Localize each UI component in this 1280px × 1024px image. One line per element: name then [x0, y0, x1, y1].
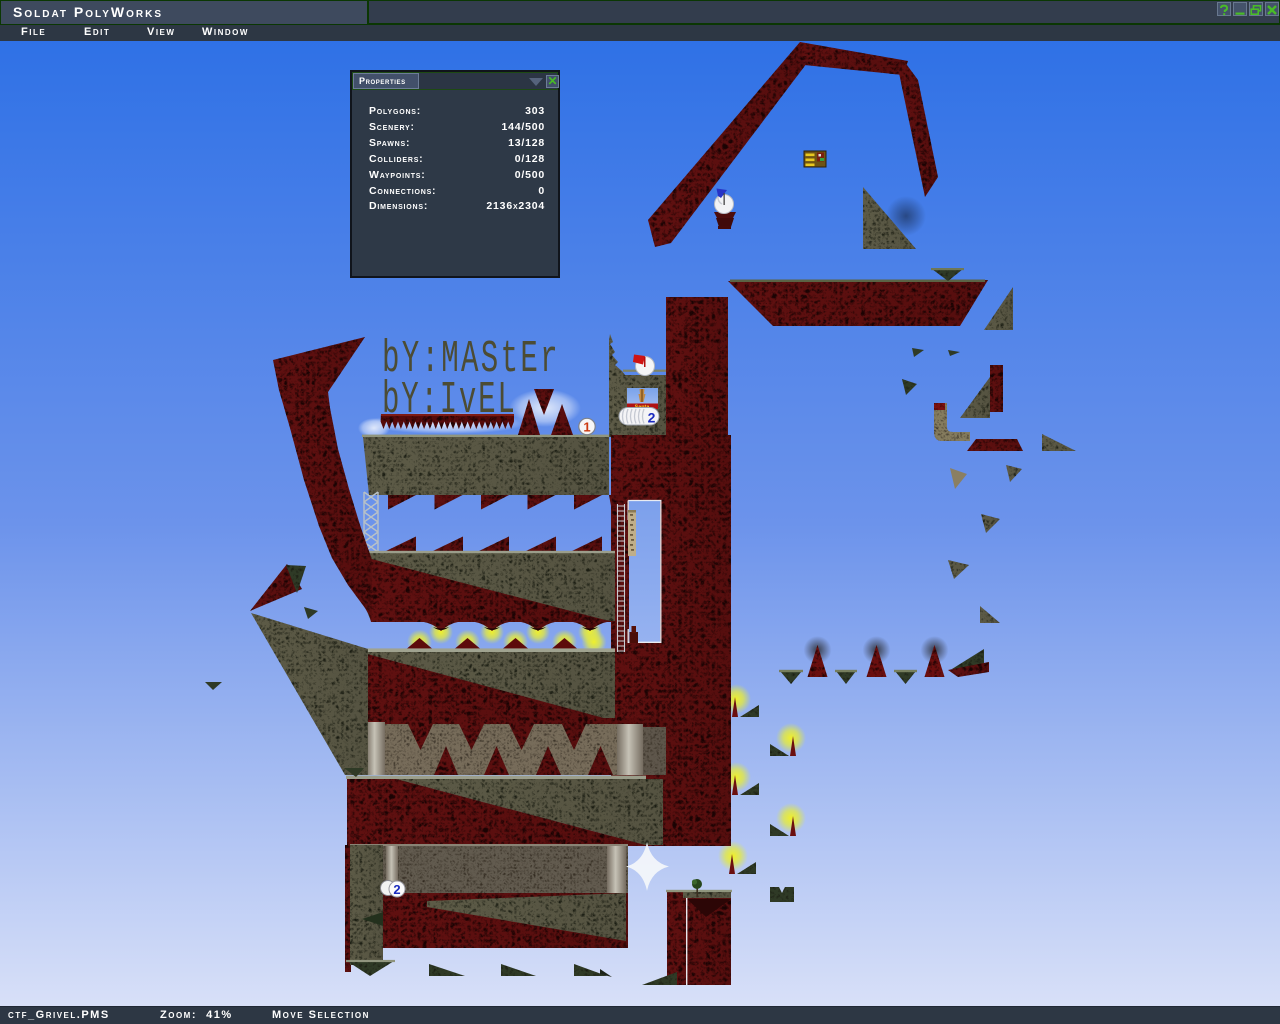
svg-text:2: 2 — [648, 410, 656, 426]
svg-text:1: 1 — [583, 420, 590, 435]
svg-text:2: 2 — [393, 882, 400, 897]
svg-text:bY:IvEL: bY:IvEL — [382, 375, 515, 426]
